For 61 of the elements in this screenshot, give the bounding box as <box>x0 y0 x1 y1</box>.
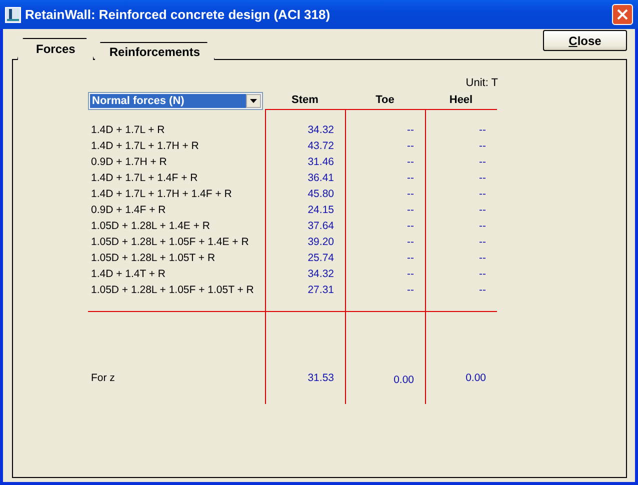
table-cell: 0.00 <box>394 374 414 386</box>
table-cell: -- <box>407 188 414 200</box>
table-cell: -- <box>407 268 414 280</box>
load-combination: 1.05D + 1.28L + 1.05F + 1.05T + R <box>91 284 254 296</box>
dropdown[interactable]: Normal forces (N) <box>88 92 263 110</box>
table-cell: -- <box>479 124 486 136</box>
table-cell: -- <box>407 172 414 184</box>
table-cell: -- <box>407 236 414 248</box>
load-combination: 0.9D + 1.4F + R <box>91 204 166 216</box>
column-header: Toe <box>376 94 394 106</box>
table-cell: 31.53 <box>308 372 334 384</box>
load-combination: 1.4D + 1.7L + R <box>91 124 165 136</box>
table-cell: -- <box>407 156 414 168</box>
table-cell: -- <box>407 140 414 152</box>
load-combination: 1.05D + 1.28L + 1.05T + R <box>91 252 216 264</box>
dropdown-arrow-icon <box>250 99 257 103</box>
table-cell: 31.46 <box>308 156 334 168</box>
load-combination: 1.4D + 1.7L + 1.7H + R <box>91 140 199 152</box>
load-combination: 0.9D + 1.7H + R <box>91 156 167 168</box>
table-cell: -- <box>479 236 486 248</box>
table-cell: -- <box>479 140 486 152</box>
tab[interactable]: Forces <box>17 38 94 60</box>
load-combination: 1.4D + 1.7L + 1.7H + 1.4F + R <box>91 188 232 200</box>
summary-label: For z <box>91 372 115 384</box>
load-combination: 1.05D + 1.28L + 1.05F + 1.4E + R <box>91 236 249 248</box>
close-icon[interactable] <box>612 4 633 25</box>
unit-label: Unit: T <box>464 77 498 89</box>
tab[interactable]: Reinforcements <box>94 42 216 60</box>
table-cell: -- <box>479 284 486 296</box>
column-header: Heel <box>449 94 473 106</box>
table-cell: -- <box>479 220 486 232</box>
table-cell: 27.31 <box>308 284 334 296</box>
load-combination: 1.4D + 1.7L + 1.4F + R <box>91 172 198 184</box>
app-icon <box>5 6 21 22</box>
table-cell: 25.74 <box>308 252 334 264</box>
table-cell: -- <box>479 156 486 168</box>
table-cell: -- <box>407 124 414 136</box>
table-cell: -- <box>479 252 486 264</box>
table-cell: -- <box>407 220 414 232</box>
table-cell: -- <box>479 188 486 200</box>
table-cell: -- <box>407 252 414 264</box>
table-cell: -- <box>479 172 486 184</box>
table-cell: 45.80 <box>308 188 334 200</box>
table-cell: 34.32 <box>308 124 334 136</box>
window-title: RetainWall: Reinforced concrete design (ACI 318) <box>25 7 332 22</box>
dropdown-value: Normal forces (N) <box>90 94 246 108</box>
table-cell: 0.00 <box>466 372 486 384</box>
table-cell: -- <box>407 284 414 296</box>
table-cell: 34.32 <box>308 268 334 280</box>
table-cell: 36.41 <box>308 172 334 184</box>
table-cell: -- <box>479 268 486 280</box>
table-cell: 37.64 <box>308 220 334 232</box>
load-combination: 1.05D + 1.28L + 1.4E + R <box>91 220 210 232</box>
column-header: Stem <box>292 94 318 106</box>
table-cell: -- <box>479 204 486 216</box>
table-cell: -- <box>407 204 414 216</box>
load-combination: 1.4D + 1.4T + R <box>91 268 166 280</box>
table-cell: 24.15 <box>308 204 334 216</box>
table-cell: 39.20 <box>308 236 334 248</box>
close-button[interactable]: Close <box>543 30 627 51</box>
table-cell: 43.72 <box>308 140 334 152</box>
